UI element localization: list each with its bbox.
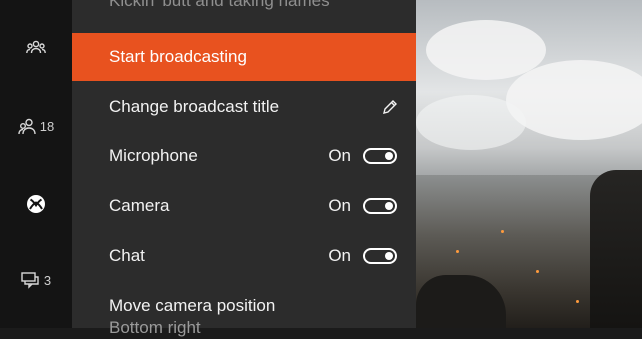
move-camera-position-label: Move camera position	[109, 296, 276, 315]
friends-icon	[18, 118, 36, 135]
cloud	[416, 95, 526, 150]
chat-value: On	[328, 246, 351, 265]
broadcast-menu-panel: Kickin' butt and taking names Start broa…	[72, 0, 416, 337]
left-rail: 18 3	[0, 0, 72, 328]
chat-label: Chat	[109, 246, 145, 265]
chat-toggle[interactable]	[363, 248, 397, 264]
ember	[536, 270, 539, 273]
camera-item[interactable]: Camera On	[72, 182, 416, 230]
microphone-toggle[interactable]	[363, 148, 397, 164]
move-camera-position-value: Bottom right	[109, 318, 201, 337]
microphone-value: On	[328, 146, 351, 165]
toggle-knob	[385, 152, 393, 160]
guide-home-button[interactable]	[0, 184, 72, 224]
microphone-label: Microphone	[109, 146, 198, 165]
camera-value: On	[328, 196, 351, 215]
party-icon	[26, 40, 46, 56]
messages-button[interactable]: 3	[0, 260, 72, 300]
cloud	[506, 60, 642, 140]
change-broadcast-title-item[interactable]: Change broadcast title	[72, 83, 416, 131]
messages-count: 3	[43, 272, 52, 288]
party-button[interactable]	[0, 28, 72, 68]
camera-toggle[interactable]	[363, 198, 397, 214]
start-broadcasting-label: Start broadcasting	[109, 47, 247, 66]
xbox-logo-icon	[26, 194, 46, 214]
change-broadcast-title-label: Change broadcast title	[109, 97, 280, 116]
messages-icon	[21, 271, 40, 289]
ember	[576, 300, 579, 303]
ember	[501, 230, 504, 233]
pencil-icon	[382, 99, 398, 115]
start-broadcasting-button[interactable]: Start broadcasting	[72, 33, 416, 81]
friends-button[interactable]: 18	[0, 106, 72, 146]
friends-count: 18	[39, 118, 55, 134]
faded-header-text: Kickin' butt and taking names	[109, 0, 330, 10]
camera-label: Camera	[109, 196, 170, 215]
toggle-knob	[385, 252, 393, 260]
game-background	[416, 0, 642, 328]
move-camera-position-item[interactable]: Move camera position Bottom right	[109, 295, 275, 339]
chat-item[interactable]: Chat On	[72, 232, 416, 280]
ember	[456, 250, 459, 253]
soldier-silhouette	[590, 170, 642, 328]
microphone-item[interactable]: Microphone On	[72, 132, 416, 180]
toggle-knob	[385, 202, 393, 210]
